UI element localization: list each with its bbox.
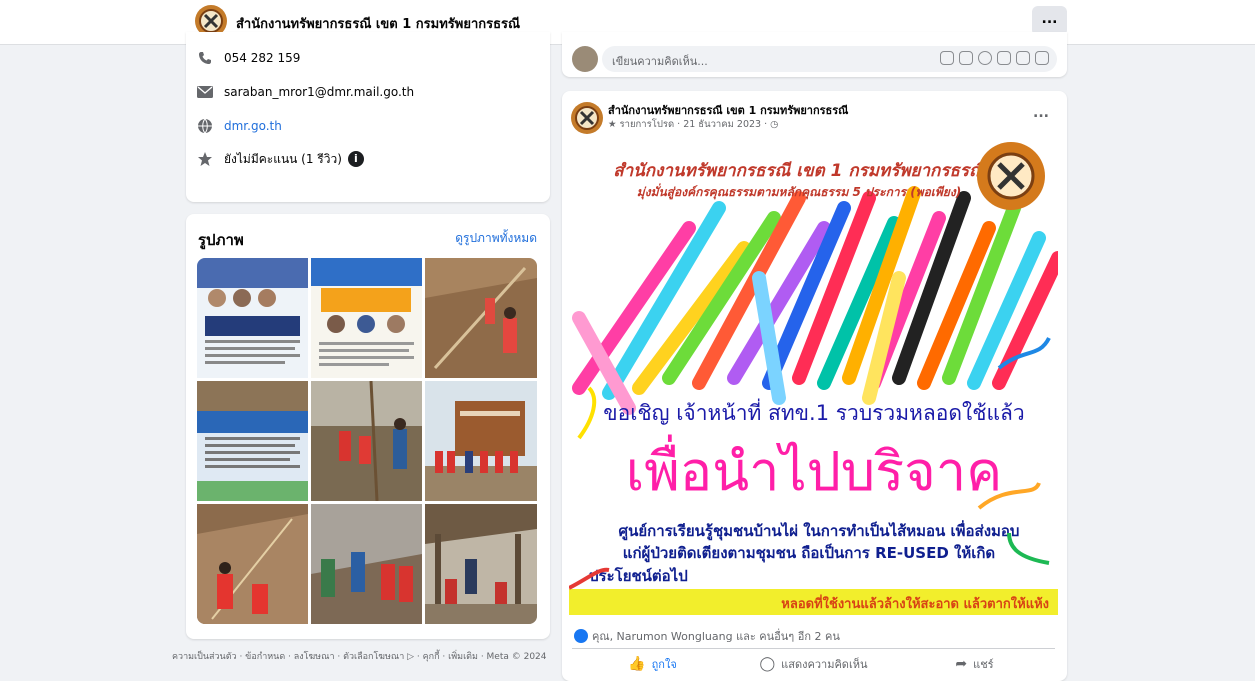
comment-label: แสดงความคิดเห็น xyxy=(781,657,868,671)
post-image[interactable]: สำนักงานทรัพยากรธรณี เขต 1 กรมทรัพยากรธร… xyxy=(569,138,1058,615)
post-card: สำนักงานทรัพยากรธรณี เขต 1 กรมทรัพยากรธร… xyxy=(562,91,1067,681)
reaction-names[interactable]: คุณ, Narumon Wongluang และ คนอื่นๆ อีก 2… xyxy=(592,627,840,645)
like-reaction-icon xyxy=(574,629,588,643)
phone-number: 054 282 159 xyxy=(224,51,301,65)
star-icon xyxy=(196,150,214,168)
website-link[interactable]: dmr.go.th xyxy=(224,119,282,133)
website-row: dmr.go.th xyxy=(196,116,282,136)
photo-thumbnail[interactable] xyxy=(311,258,422,378)
gif-icon[interactable] xyxy=(1016,51,1030,65)
poster-body-line2: แก่ผู้ป่วยติดเตียงตามชุมชน ถือเป็นการ RE… xyxy=(623,543,995,563)
poster-banner-text: หลอดที่ใช้งานแล้วล้างให้สะอาด แล้วตากให้… xyxy=(781,594,1049,612)
like-label: ถูกใจ xyxy=(651,657,677,671)
reaction-summary[interactable]: คุณ, Narumon Wongluang และ คนอื่นๆ อีก 2… xyxy=(574,627,840,645)
author-logo-icon[interactable] xyxy=(570,101,604,135)
emoji-icon[interactable] xyxy=(978,51,992,65)
post-more-button[interactable]: ... xyxy=(1033,105,1049,121)
comment-button[interactable]: ◯ แสดงความคิดเห็น xyxy=(733,649,894,678)
poster-invite: ขอเชิญ เจ้าหน้าที่ สทข.1 รวบรวมหลอดใช้แล… xyxy=(603,398,1024,425)
photos-title: รูปภาพ xyxy=(198,231,244,249)
poster-headline: สำนักงานทรัพยากรธรณี เขต 1 กรมทรัพยากรธร… xyxy=(613,161,986,181)
photo-thumbnail[interactable] xyxy=(311,381,422,501)
photo-thumbnail[interactable] xyxy=(197,504,308,624)
email-address: saraban_mror1@dmr.mail.go.th xyxy=(224,85,415,99)
rating-row: ยังไม่มีคะแนน (1 รีวิว) i xyxy=(196,149,364,169)
rating-text: ยังไม่มีคะแนน (1 รีวิว) xyxy=(224,151,342,166)
share-arrow-icon: ➦ xyxy=(955,655,968,672)
footer-links[interactable]: ความเป็นส่วนตัว · ข้อกำหนด · ลงโฆษณา · ต… xyxy=(172,651,552,663)
page-title[interactable]: สำนักงานทรัพยากรธรณี เขต 1 กรมทรัพยากรธร… xyxy=(236,13,520,34)
comment-composer: เขียนความคิดเห็น... xyxy=(562,32,1067,77)
photo-grid xyxy=(197,258,537,624)
thumbs-up-icon: 👍 xyxy=(628,655,646,672)
avatar-sticker-icon[interactable] xyxy=(959,51,973,65)
comment-bubble-icon: ◯ xyxy=(759,655,776,672)
poster-big-text: เพื่อนำไปบริจาค xyxy=(626,434,1003,503)
composer-tools xyxy=(940,51,1049,65)
photo-thumbnail[interactable] xyxy=(425,504,537,624)
poster-body-line1: ศูนย์การเรียนรู้ชุมชนบ้านไผ่ ในการทำเป็น… xyxy=(619,520,1020,541)
poster-logo-icon xyxy=(977,142,1045,210)
avatar[interactable] xyxy=(572,46,598,72)
share-button[interactable]: ➦ แชร์ xyxy=(894,649,1055,678)
camera-icon[interactable] xyxy=(997,51,1011,65)
see-all-photos-link[interactable]: ดูรูปภาพทั้งหมด xyxy=(455,229,537,248)
email-row: saraban_mror1@dmr.mail.go.th xyxy=(196,82,414,102)
sticker-icon[interactable] xyxy=(940,51,954,65)
info-icon[interactable]: i xyxy=(347,151,364,167)
photo-thumbnail[interactable] xyxy=(311,504,422,624)
post-actions: 👍 ถูกใจ ◯ แสดงความคิดเห็น ➦ แชร์ xyxy=(572,648,1055,678)
intro-card: 054 282 159 saraban_mror1@dmr.mail.go.th… xyxy=(186,32,550,202)
phone-row: 054 282 159 xyxy=(196,48,300,68)
share-label: แชร์ xyxy=(973,657,994,671)
poster-subline: มุ่งมั่นสู่องค์กรคุณธรรมตามหลักคุณธรรม 5… xyxy=(637,183,961,200)
photo-thumbnail[interactable] xyxy=(197,381,308,501)
photos-card: รูปภาพ ดูรูปภาพทั้งหมด xyxy=(186,214,550,639)
post-meta[interactable]: ★ รายการโปรด · 21 ธันวาคม 2023 · ◷ xyxy=(608,117,778,132)
globe-icon xyxy=(196,117,214,135)
photo-thumbnail[interactable] xyxy=(425,381,537,501)
photo-thumbnail[interactable] xyxy=(425,258,537,378)
sticker-pack-icon[interactable] xyxy=(1035,51,1049,65)
photo-thumbnail[interactable] xyxy=(197,258,308,378)
envelope-icon xyxy=(196,83,214,101)
phone-icon xyxy=(196,49,214,67)
like-button[interactable]: 👍 ถูกใจ xyxy=(572,649,733,678)
